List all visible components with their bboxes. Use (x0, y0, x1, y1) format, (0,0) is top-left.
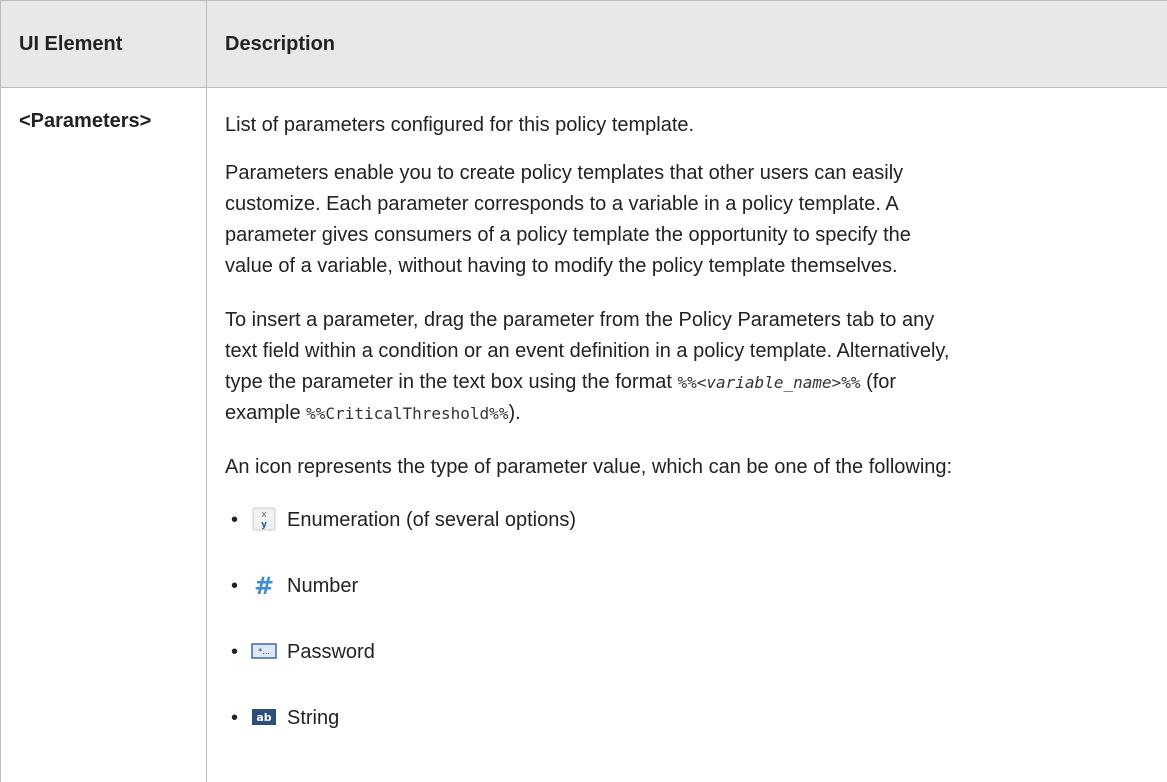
enumeration-icon: x y (252, 507, 276, 531)
enumeration-label: Enumeration (of several options) (287, 509, 577, 531)
header-ui-element: UI Element (0, 0, 207, 88)
description-cell: List of parameters configured for this p… (206, 87, 1167, 782)
list-item: • x y Enumeration (of several options) (225, 506, 1158, 572)
string-label: String (287, 707, 340, 729)
variable-format-code: %%<variable_name>%% (677, 373, 861, 392)
parameter-type-list: • x y Enumeration (of several options) • (225, 506, 1158, 770)
password-icon: *... (251, 643, 277, 659)
number-icon: # (254, 572, 274, 598)
list-item: • ab String (225, 704, 1158, 770)
table-row: <Parameters> List of parameters configur… (0, 87, 1167, 782)
description-intro: List of parameters configured for this p… (225, 114, 695, 136)
svg-text:x: x (261, 510, 267, 520)
example-code: %%CriticalThreshold%% (306, 404, 509, 423)
description-paragraph-icons: An icon represents the type of parameter… (225, 456, 953, 478)
svg-text:*...: *... (258, 647, 270, 656)
table-header-row: UI Element Description (0, 0, 1167, 88)
element-name-cell: <Parameters> (0, 87, 207, 782)
list-item: • # Number (231, 572, 359, 598)
svg-text:#: # (254, 572, 274, 598)
string-icon: ab (252, 709, 276, 725)
ui-element-table: UI Element Description <Parameters> List… (0, 0, 1167, 782)
description-paragraph-parameters: Parameters enable you to create policy t… (225, 162, 911, 277)
number-label: Number (287, 575, 359, 597)
element-name: <Parameters> (19, 110, 152, 132)
password-label: Password (287, 641, 375, 663)
list-item: • *... Password (225, 638, 1158, 704)
svg-text:y: y (261, 520, 267, 530)
svg-text:ab: ab (256, 711, 271, 724)
header-description: Description (206, 0, 1167, 88)
description-paragraph-insert: To insert a parameter, drag the paramete… (225, 309, 950, 424)
